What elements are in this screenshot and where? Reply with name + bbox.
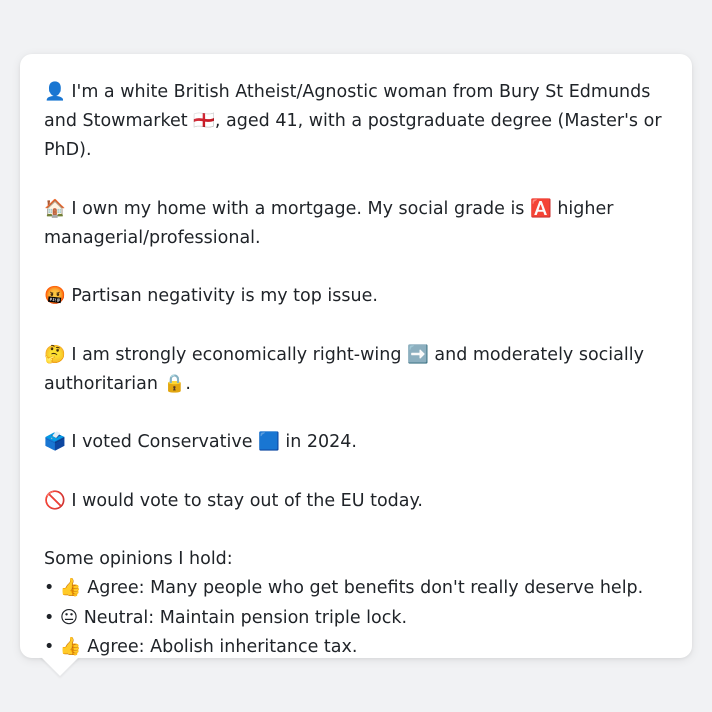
message-bubble: 👤 I'm a white British Atheist/Agnostic w… — [20, 54, 692, 658]
opinion-item: • 👍 Agree: Many people who get benefits … — [44, 578, 644, 599]
opinions-list: • 👍 Agree: Many people who get benefits … — [44, 574, 668, 662]
vote-text: 🗳️ I voted Conservative 🟦 in 2024. — [44, 432, 357, 453]
opinion-item: • 😐 Neutral: Maintain pension triple loc… — [44, 607, 408, 628]
housing-text: 🏠 I own my home with a mortgage. My soci… — [44, 198, 614, 248]
ideology-text: 🤔 I am strongly economically right-wing … — [44, 344, 644, 394]
eu-text: 🚫 I would vote to stay out of the EU tod… — [44, 490, 423, 511]
opinions-heading: Some opinions I hold: — [44, 549, 233, 570]
opinions-section: Some opinions I hold: • 👍 Agree: Many pe… — [44, 545, 668, 662]
top-issue-text: 🤬 Partisan negativity is my top issue. — [44, 286, 378, 307]
opinion-item: • 👍 Agree: Abolish inheritance tax. — [44, 636, 358, 657]
bubble-tail — [40, 656, 80, 676]
identity-text: 👤 I'm a white British Atheist/Agnostic w… — [44, 82, 662, 161]
